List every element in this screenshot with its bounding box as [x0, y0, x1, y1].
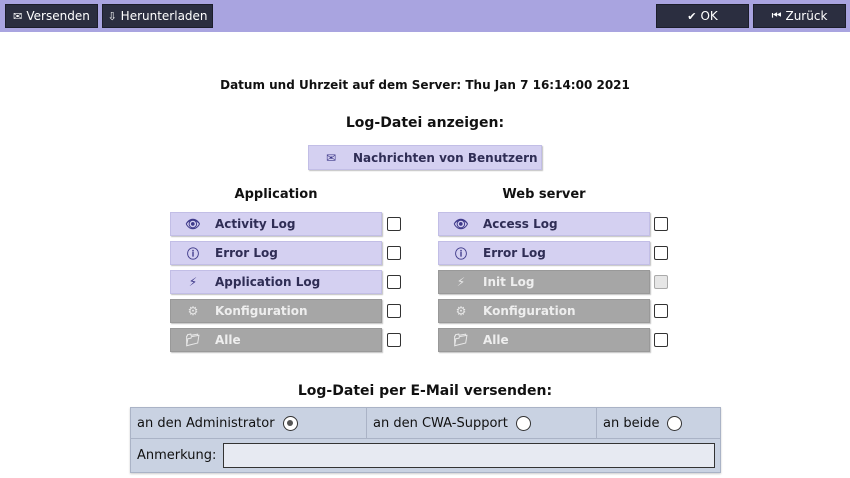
- remark-input[interactable]: [223, 443, 715, 468]
- application-log-button: 📁︎ Alle: [170, 328, 382, 352]
- application-heading: Application: [234, 187, 318, 202]
- application-log-label: Konfiguration: [215, 304, 308, 318]
- envelope-icon: ✉: [325, 150, 337, 165]
- eye-icon: 👁︎: [185, 217, 201, 231]
- user-messages-label: Nachrichten von Benutzern: [353, 150, 538, 165]
- remark-row: Anmerkung:: [131, 438, 720, 472]
- envelope-icon: ✉: [13, 9, 23, 23]
- webserver-log-label: Access Log: [483, 217, 558, 231]
- webserver-log-checkbox[interactable]: [654, 275, 668, 289]
- back-button-label: Zurück: [785, 9, 828, 23]
- exclamation-icon: ⓘ: [186, 246, 199, 261]
- recipient-support-radio[interactable]: [515, 415, 531, 431]
- application-log-label: Alle: [215, 333, 241, 347]
- recipient-both-radio[interactable]: [667, 415, 683, 431]
- folder-icon: 📁︎: [453, 333, 469, 347]
- show-log-title: Log-Datei anzeigen:: [345, 115, 505, 131]
- recipient-both-label: an beide: [603, 415, 660, 431]
- webserver-log-label: Konfiguration: [483, 304, 576, 318]
- application-log-checkbox[interactable]: [387, 246, 401, 260]
- application-log-checkbox[interactable]: [387, 217, 401, 231]
- application-log-label: Application Log: [215, 275, 321, 289]
- download-button[interactable]: ⇩ Herunterladen: [102, 4, 213, 28]
- user-messages-button[interactable]: ✉ Nachrichten von Benutzern: [308, 145, 542, 170]
- back-button[interactable]: ⏮ Zurück: [753, 4, 846, 28]
- application-log-checkbox[interactable]: [387, 333, 401, 347]
- webserver-log-button[interactable]: ⓘ Error Log: [438, 241, 650, 265]
- send-button-label: Versenden: [26, 9, 90, 23]
- webserver-log-button: 📁︎ Alle: [438, 328, 650, 352]
- recipient-support-label: an den CWA-Support: [373, 415, 508, 431]
- mail-title: Log-Datei per E-Mail versenden:: [297, 383, 553, 399]
- gear-icon: ⚙: [187, 304, 199, 318]
- gear-icon: ⚙: [455, 304, 467, 318]
- folder-icon: 📁︎: [185, 333, 201, 347]
- webserver-log-checkbox[interactable]: [654, 333, 668, 347]
- mail-options: an den Administrator an den CWA-Support …: [130, 407, 721, 473]
- ok-button[interactable]: ✔ OK: [656, 4, 749, 28]
- webserver-log-label: Alle: [483, 333, 509, 347]
- application-log-button[interactable]: ⓘ Error Log: [170, 241, 382, 265]
- webserver-log-label: Error Log: [483, 246, 546, 260]
- webserver-log-label: Init Log: [483, 275, 535, 289]
- webserver-log-checkbox[interactable]: [654, 304, 668, 318]
- ok-button-label: OK: [700, 9, 718, 23]
- recipient-support[interactable]: an den CWA-Support: [367, 408, 597, 438]
- application-log-button[interactable]: ⚡︎ Application Log: [170, 270, 382, 294]
- application-log-checkbox[interactable]: [387, 304, 401, 318]
- server-time: Datum und Uhrzeit auf dem Server: Thu Ja…: [220, 78, 630, 92]
- application-log-button: ⚙ Konfiguration: [170, 299, 382, 323]
- recipient-both[interactable]: an beide: [597, 408, 720, 438]
- remark-label: Anmerkung:: [137, 448, 217, 463]
- download-button-label: Herunterladen: [120, 9, 208, 23]
- webserver-log-checkbox[interactable]: [654, 246, 668, 260]
- webserver-log-button: ⚡︎ Init Log: [438, 270, 650, 294]
- application-log-button[interactable]: 👁︎ Activity Log: [170, 212, 382, 236]
- application-log-label: Activity Log: [215, 217, 296, 231]
- lightning-icon: ⚡︎: [456, 275, 466, 289]
- webserver-log-button[interactable]: 👁︎ Access Log: [438, 212, 650, 236]
- skip-back-icon: ⏮: [771, 9, 782, 22]
- application-log-checkbox[interactable]: [387, 275, 401, 289]
- webserver-heading: Web server: [502, 187, 586, 202]
- application-log-label: Error Log: [215, 246, 278, 260]
- recipient-admin-label: an den Administrator: [137, 415, 275, 431]
- lightning-icon: ⚡︎: [188, 275, 198, 289]
- check-icon: ✔: [687, 9, 697, 23]
- webserver-log-checkbox[interactable]: [654, 217, 668, 231]
- toolbar: ✉ Versenden ⇩ Herunterladen ✔ OK ⏮ Zurüc…: [0, 0, 850, 32]
- exclamation-icon: ⓘ: [454, 246, 467, 261]
- webserver-log-button: ⚙ Konfiguration: [438, 299, 650, 323]
- recipient-admin-radio[interactable]: [282, 415, 298, 431]
- eye-icon: 👁︎: [453, 217, 469, 231]
- download-icon: ⇩: [107, 9, 117, 23]
- recipient-admin[interactable]: an den Administrator: [131, 408, 367, 438]
- send-button[interactable]: ✉ Versenden: [5, 4, 98, 28]
